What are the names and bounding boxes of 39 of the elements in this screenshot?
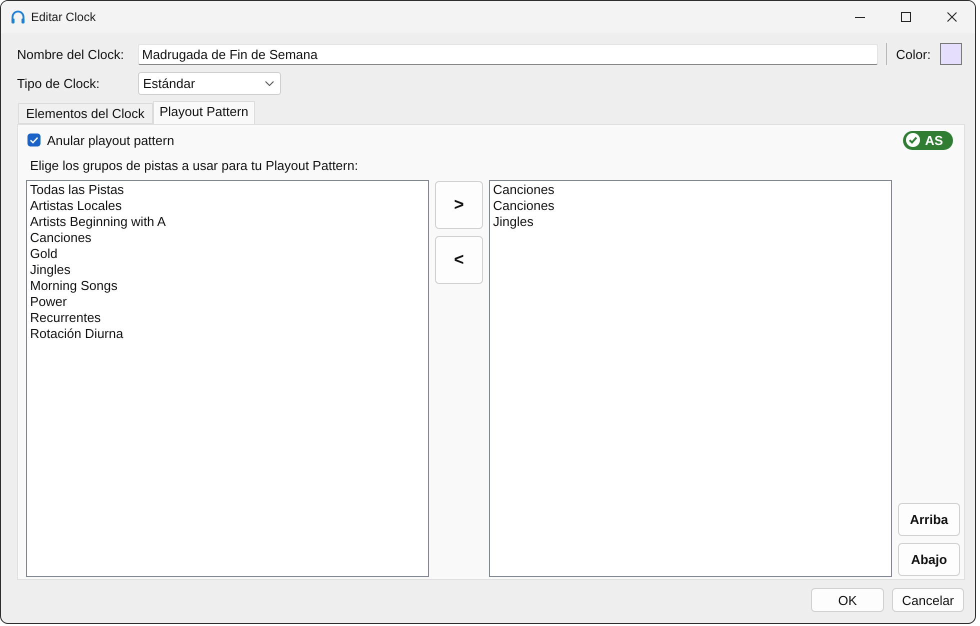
move-down-button[interactable]: Abajo (898, 543, 960, 576)
list-item[interactable]: Todas las Pistas (30, 182, 124, 198)
field-label: Nombre del Clock: (17, 46, 125, 62)
type-dropdown[interactable]: Estándar (138, 72, 281, 95)
name-input[interactable]: Madrugada de Fin de Semana (138, 44, 878, 64)
list-item[interactable]: Jingles (493, 214, 534, 230)
instruction-text: Elige los grupos de pistas a usar para tu Playout Pattern: (29, 158, 358, 174)
list-item[interactable]: Rotación Diurna (30, 326, 124, 342)
field-label: Tipo de Clock: (17, 76, 101, 91)
list-item[interactable]: Recurrentes (30, 310, 101, 326)
move-left-button[interactable]: < (435, 236, 483, 284)
field-label: Color: (896, 46, 931, 62)
color-swatch[interactable] (940, 43, 962, 65)
chosen-groups-list[interactable]: Canciones Canciones Jingles (489, 180, 892, 577)
badge-text: AS (925, 132, 944, 148)
maximize-icon (901, 12, 911, 22)
checkbox[interactable] (27, 133, 41, 147)
move-right-button[interactable]: > (435, 181, 483, 229)
list-item[interactable]: Artists Beginning with A (30, 214, 166, 230)
list-item[interactable]: Gold (30, 246, 58, 262)
list-item[interactable]: Power (30, 294, 67, 310)
window-title: Editar Clock (31, 10, 97, 24)
chevron-down-icon (265, 81, 274, 86)
list-item[interactable]: Canciones (493, 198, 554, 214)
list-item[interactable]: Canciones (30, 230, 92, 246)
move-up-button[interactable]: Arriba (898, 503, 960, 536)
headphones-icon (10, 9, 26, 25)
list-item[interactable]: Artistas Locales (30, 198, 122, 214)
list-item[interactable]: Jingles (30, 262, 70, 278)
tab[interactable]: Elementos del Clock (18, 103, 152, 124)
ok-button[interactable]: OK (811, 588, 884, 612)
list-item[interactable]: Canciones (493, 182, 554, 198)
close-icon (947, 12, 957, 22)
tab[interactable]: Playout Pattern (152, 101, 256, 125)
minimize-icon (855, 16, 865, 18)
available-groups-list[interactable]: Todas las Pistas Artistas Locales Artists Beginning with A Canciones Gold Jingles Morning Songs Power Recurrentes Rotación Diurna (26, 180, 429, 577)
cancel-button[interactable]: Cancelar (892, 588, 964, 612)
checkbox-label: Anular playout pattern (47, 132, 176, 148)
list-item[interactable]: Morning Songs (30, 278, 118, 294)
